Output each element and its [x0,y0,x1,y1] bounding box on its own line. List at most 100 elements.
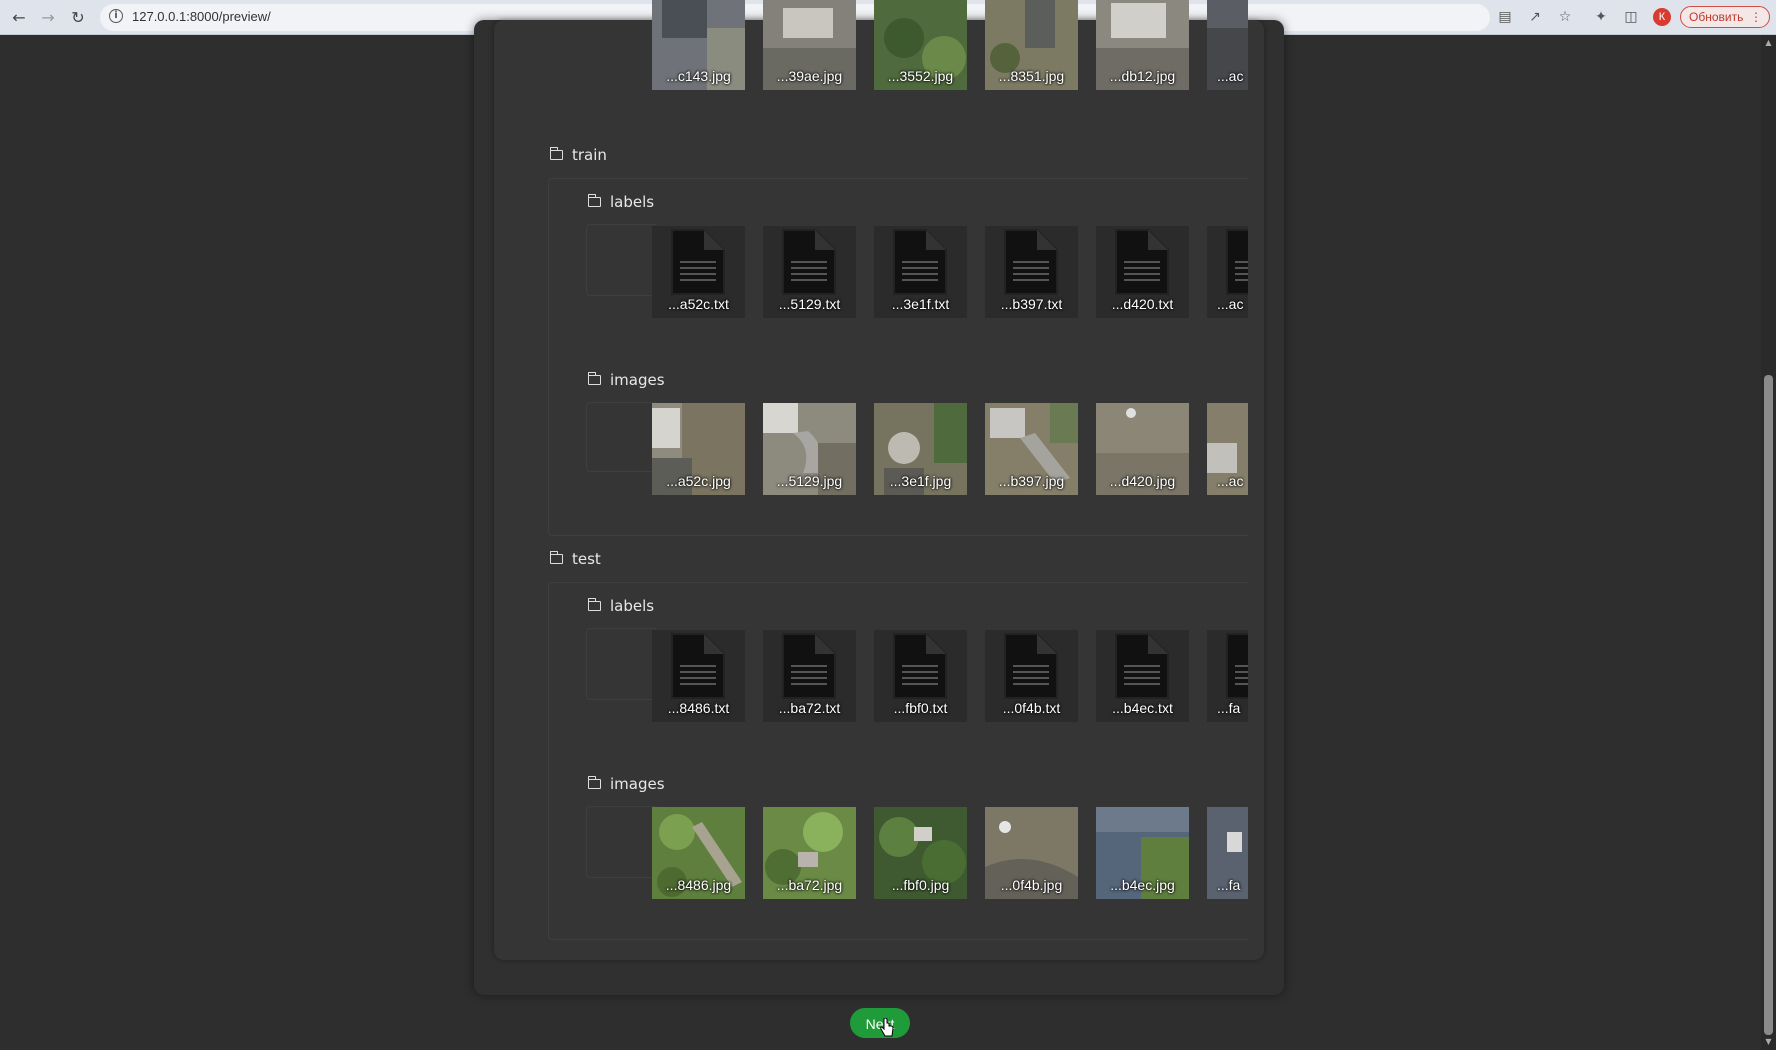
train-images-strip[interactable]: ...a52c.jpg ...5129.jpg ...3e1f.jpg ...b… [652,403,1248,495]
document-icon [1004,229,1058,295]
file-tile[interactable]: ...ac [1207,226,1248,318]
file-name: ...8351.jpg [998,68,1065,84]
folder-label: labels [610,193,655,211]
file-tile[interactable]: ...8486.txt [652,630,745,722]
folder-test[interactable]: test [549,550,601,568]
document-icon [1004,633,1058,699]
side-panel-icon[interactable]: ◫ [1622,8,1640,26]
back-arrow-icon[interactable]: ← [8,6,30,28]
thumbnail-tile[interactable]: ...ba72.jpg [763,807,856,899]
folder-icon [587,598,601,611]
folder-train-images[interactable]: images [587,371,665,389]
file-name: ...fbf0.txt [893,700,948,716]
scroll-down-icon[interactable]: ▼ [1764,1038,1773,1046]
file-name: ...fa [1217,700,1241,716]
folder-icon [549,147,563,160]
share-icon[interactable]: ↗ [1526,8,1544,26]
folder-icon [587,776,601,789]
translate-icon[interactable]: ▤ [1496,8,1514,26]
file-name: ...b397.jpg [998,473,1065,489]
thumbnail-tile[interactable]: ...0f4b.jpg [985,807,1078,899]
train-labels-strip[interactable]: ...a52c.txt ...5129.txt ...3e1f.txt ...b… [652,226,1248,318]
folder-label: train [572,146,607,164]
file-tile[interactable]: ...d420.txt [1096,226,1189,318]
file-name: ...a52c.txt [668,296,729,312]
document-icon [671,633,725,699]
thumbnail-tile[interactable]: ...c143.jpg [652,0,745,90]
thumbnail-tile[interactable]: ...8486.jpg [652,807,745,899]
extensions-puzzle-icon[interactable]: ✦ [1592,8,1610,26]
folder-icon [587,372,601,385]
url-text[interactable]: 127.0.0.1:8000/preview/ [132,9,271,24]
update-label: Обновить [1689,10,1744,24]
thumbnail-tile[interactable]: ...ac [1207,403,1248,495]
document-icon [1115,633,1169,699]
file-name: ...3e1f.txt [891,296,950,312]
file-tile[interactable]: ...fbf0.txt [874,630,967,722]
document-icon [893,229,947,295]
thumbnail-tile[interactable]: ...fa [1207,807,1248,899]
file-tile[interactable]: ...0f4b.txt [985,630,1078,722]
file-tile[interactable]: ...b4ec.txt [1096,630,1189,722]
file-name: ...d420.jpg [1109,473,1176,489]
folder-test-images[interactable]: images [587,775,665,793]
file-name: ...3552.jpg [887,68,954,84]
thumbnail-tile[interactable]: ...ac [1207,0,1248,90]
file-name: ...fa [1217,877,1241,893]
folder-icon [587,194,601,207]
thumbnail-tile[interactable]: ...3e1f.jpg [874,403,967,495]
file-tile[interactable]: ...b397.txt [985,226,1078,318]
thumbnail-tile[interactable]: ...db12.jpg [1096,0,1189,90]
folder-train-labels[interactable]: labels [587,193,655,211]
kebab-menu-icon[interactable]: ⋮ [1750,7,1762,28]
thumbnail-tile[interactable]: ...b4ec.jpg [1096,807,1189,899]
scroll-thumb[interactable] [1764,375,1773,1035]
file-name: ...d420.txt [1111,296,1174,312]
document-icon [1115,229,1169,295]
thumbnail-tile[interactable]: ...b397.jpg [985,403,1078,495]
file-name: ...b397.txt [1000,296,1063,312]
thumbnail-tile[interactable]: ...fbf0.jpg [874,807,967,899]
forward-arrow-icon[interactable]: → [37,6,59,28]
file-name: ...db12.jpg [1109,68,1176,84]
hand-cursor-icon [880,1018,894,1037]
file-name: ...fbf0.jpg [891,877,950,893]
top-image-strip[interactable]: ...c143.jpg ...39ae.jpg ...3552.jpg ...8… [652,0,1248,90]
page-scrollbar[interactable]: ▲ ▼ [1761,35,1776,1050]
document-icon [1226,633,1248,699]
file-name: ...ac [1217,473,1244,489]
file-name: ...ac [1217,68,1244,84]
file-name: ...8486.jpg [665,877,732,893]
update-button[interactable]: Обновить ⋮ [1680,6,1770,28]
train-images-box [586,402,657,472]
thumbnail-tile[interactable]: ...d420.jpg [1096,403,1189,495]
folder-label: test [572,550,601,568]
folder-icon [549,551,563,564]
file-name: ...8486.txt [667,700,730,716]
bookmark-star-icon[interactable]: ☆ [1556,8,1574,26]
file-tile[interactable]: ...a52c.txt [652,226,745,318]
file-name: ...5129.txt [778,296,841,312]
thumbnail-tile[interactable]: ...a52c.jpg [652,403,745,495]
file-tile[interactable]: ...fa [1207,630,1248,722]
file-tile[interactable]: ...ba72.txt [763,630,856,722]
folder-label: images [610,775,665,793]
file-tile[interactable]: ...5129.txt [763,226,856,318]
scroll-up-icon[interactable]: ▲ [1764,39,1773,47]
file-name: ...ac [1217,296,1244,312]
thumbnail-tile[interactable]: ...5129.jpg [763,403,856,495]
file-tile[interactable]: ...3e1f.txt [874,226,967,318]
test-images-strip[interactable]: ...8486.jpg ...ba72.jpg ...fbf0.jpg ...0… [652,807,1248,899]
folder-train[interactable]: train [549,146,607,164]
thumbnail-tile[interactable]: ...39ae.jpg [763,0,856,90]
file-name: ...0f4b.jpg [1000,877,1063,893]
file-name: ...c143.jpg [666,68,731,84]
thumbnail-tile[interactable]: ...8351.jpg [985,0,1078,90]
test-labels-strip[interactable]: ...8486.txt ...ba72.txt ...fbf0.txt ...0… [652,630,1248,722]
test-images-box [586,806,657,878]
reload-icon[interactable]: ↻ [67,6,89,28]
profile-avatar[interactable]: К [1653,8,1671,26]
site-info-icon[interactable]: i [109,9,123,23]
folder-test-labels[interactable]: labels [587,597,654,615]
thumbnail-tile[interactable]: ...3552.jpg [874,0,967,90]
